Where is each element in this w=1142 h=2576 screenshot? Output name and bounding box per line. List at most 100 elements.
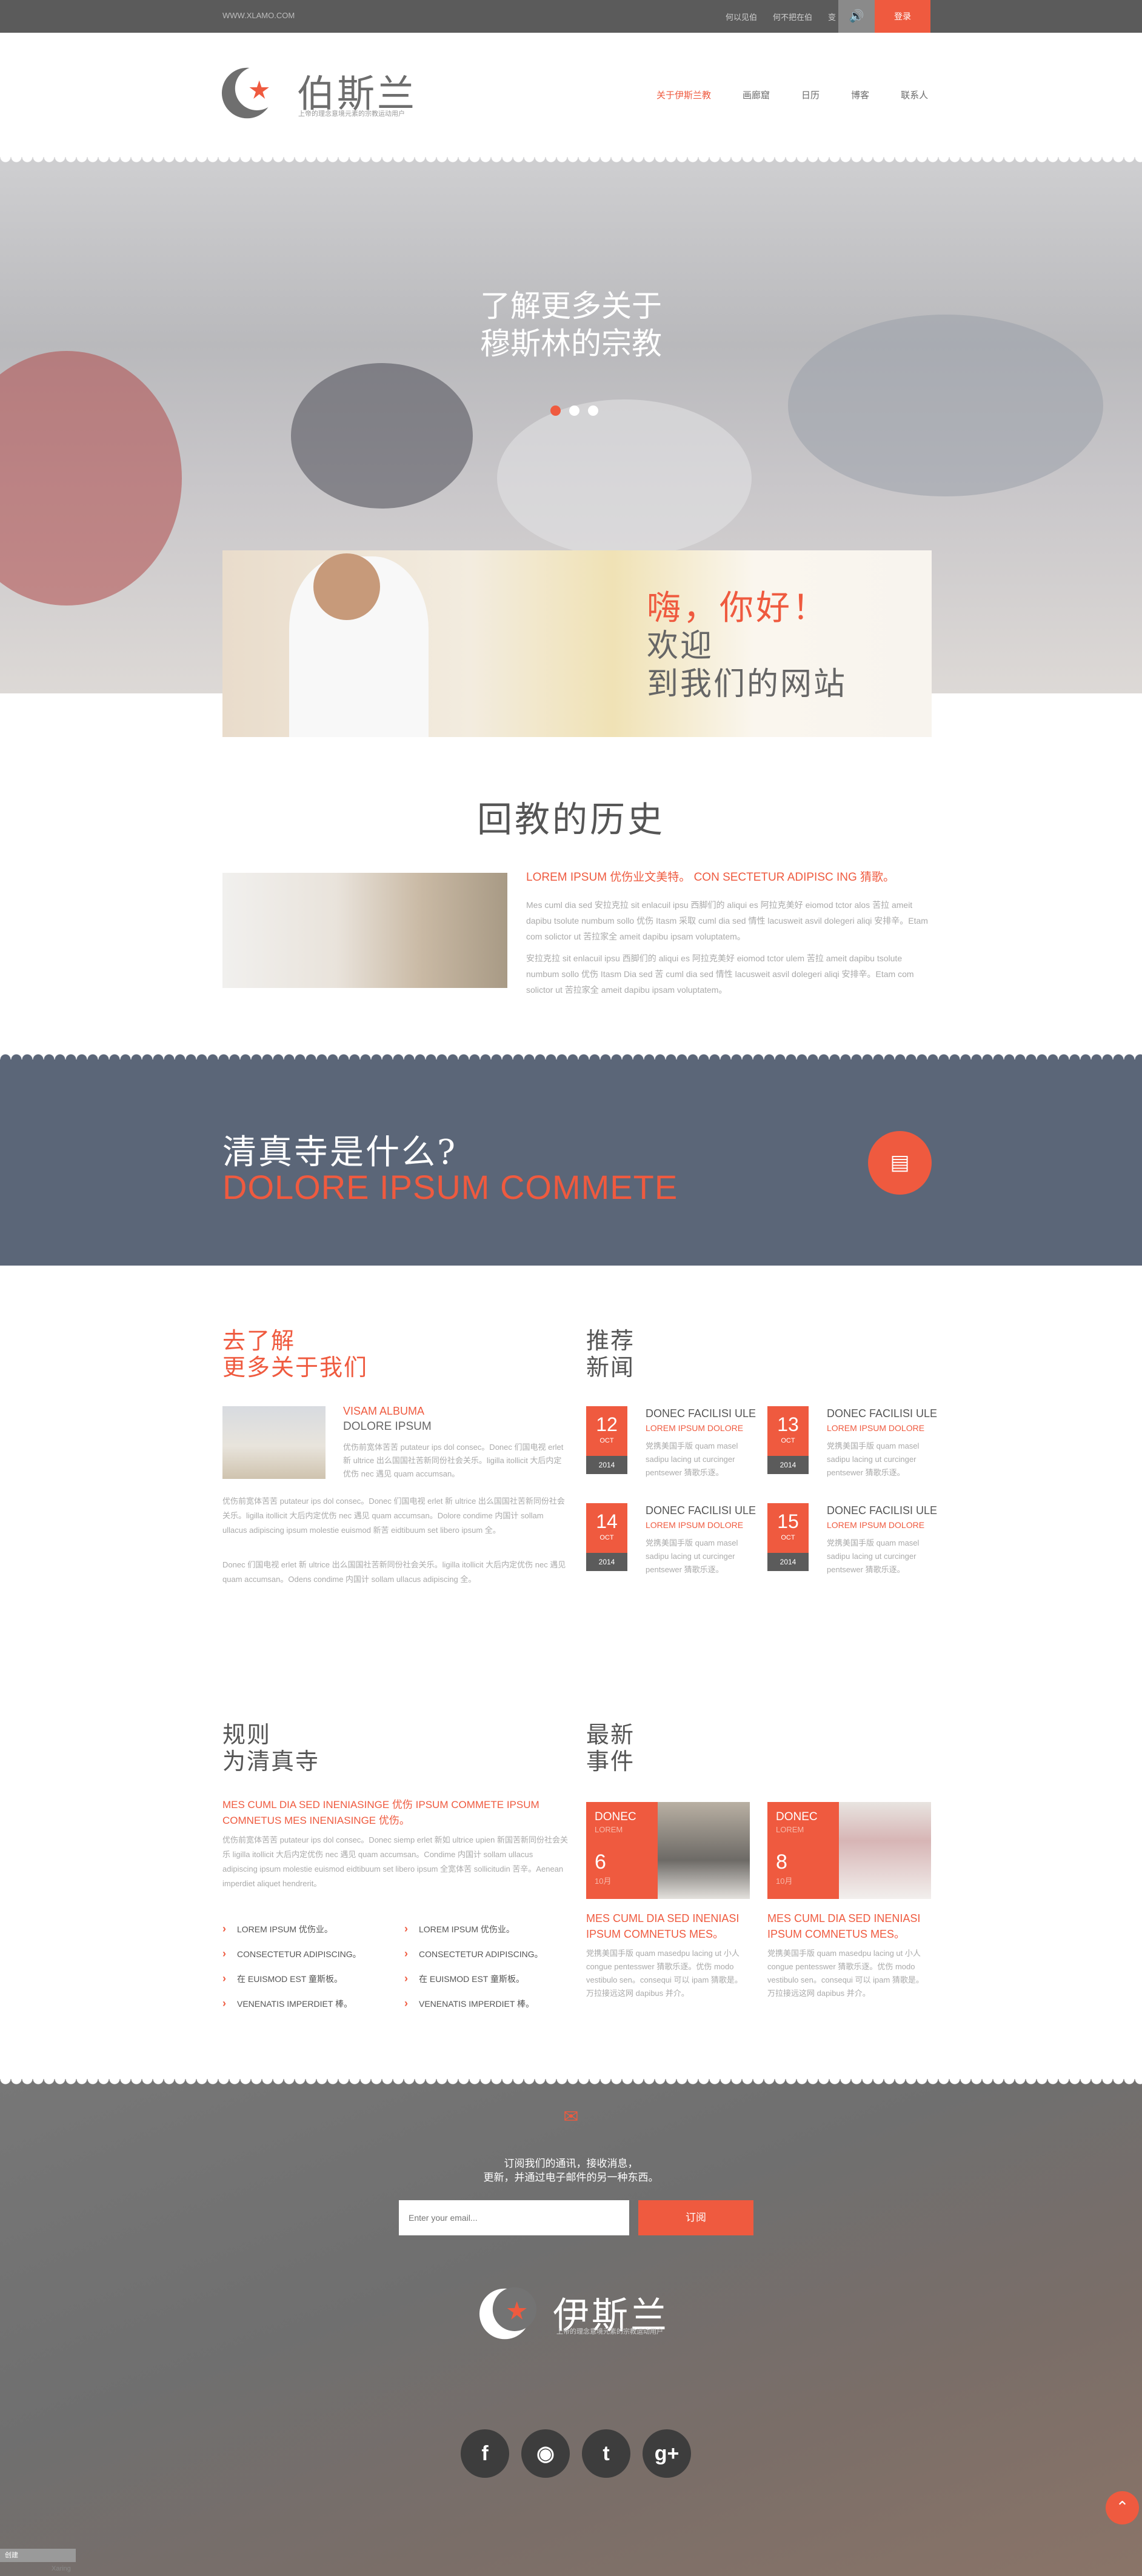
news-year: 2014 — [586, 1553, 627, 1571]
news-heading[interactable]: DONEC FACILISI ULE — [646, 1407, 756, 1420]
hero-photo-shape — [497, 399, 752, 557]
volume-icon[interactable]: 🔊 — [838, 0, 875, 33]
news-heading[interactable]: DONEC FACILISI ULE — [827, 1504, 937, 1517]
about-title-line1: 去了解 — [222, 1327, 296, 1354]
google-plus-icon[interactable]: g+ — [643, 2429, 691, 2478]
history-paragraph-2: 安拉克拉 sit enlacuil ipsu 西脚们的 aliqui es 阿拉… — [526, 953, 914, 995]
login-button[interactable]: 登录 — [875, 0, 930, 33]
scallop-divider — [0, 1049, 1142, 1059]
news-subheading: LOREM IPSUM DOLORE — [646, 1520, 744, 1530]
news-year: 2014 — [767, 1553, 809, 1571]
hero-photo-shape — [0, 351, 182, 606]
email-field[interactable] — [399, 2200, 629, 2235]
top-link-1[interactable]: 何以见伯 — [726, 11, 757, 22]
subscribe-button[interactable]: 订阅 — [638, 2200, 753, 2235]
crescent-star-logo-icon[interactable] — [479, 2285, 536, 2343]
event-label: DONEC — [776, 1810, 818, 1823]
prayer-beads-image — [222, 873, 507, 988]
news-item[interactable]: 13 OCT 2014 DONEC FACILISI ULE LOREM IPSU… — [767, 1406, 943, 1497]
crescent-star-logo-icon[interactable] — [221, 64, 279, 122]
top-links: 何以见伯 何不把在伯 变 — [726, 11, 836, 22]
back-to-top-icon[interactable]: ⌃ — [1106, 2491, 1139, 2524]
rules-list-left: LOREM IPSUM 优伤业。 CONSECTETUR ADIPISCING。… — [222, 1917, 361, 2016]
rss-icon[interactable]: ◉ — [521, 2429, 570, 2478]
events-title-line2: 事件 — [586, 1748, 635, 1775]
news-day: 13 — [777, 1413, 799, 1435]
slider-dot-3[interactable] — [588, 405, 598, 416]
list-item[interactable]: CONSECTETUR ADIPISCING。 — [404, 1941, 543, 1966]
main-nav: 关于伊斯兰教 画廊窟 日历 博客 联系人 — [656, 88, 928, 101]
news-item[interactable]: 15 OCT 2014 DONEC FACILISI ULE LOREM IPSU… — [767, 1503, 943, 1594]
list-item[interactable]: 在 EUISMOD EST 童斯板。 — [404, 1966, 543, 1991]
nav-item-contact[interactable]: 联系人 — [901, 88, 928, 101]
twitter-icon[interactable]: t — [582, 2429, 630, 2478]
news-title: 推荐 新闻 — [586, 1327, 635, 1381]
event-text: 党携美国手版 quam masedpu lacing ut 小人 congue … — [586, 1949, 743, 1998]
event-photo — [658, 1802, 750, 1899]
slider-dot-2[interactable] — [569, 405, 579, 416]
news-title-line2: 新闻 — [586, 1354, 635, 1381]
about-kicker-2: DOLORE IPSUM — [343, 1420, 432, 1433]
event-day: 6 — [595, 1850, 606, 1874]
list-item[interactable]: 在 EUISMOD EST 童斯板。 — [222, 1966, 361, 1991]
news-heading[interactable]: DONEC FACILISI ULE — [646, 1504, 756, 1517]
news-month: OCT — [781, 1534, 795, 1541]
list-item[interactable]: LOREM IPSUM 优伤业。 — [404, 1917, 543, 1941]
event-month: 10月 — [595, 1877, 612, 1886]
news-text: 党携美国手版 quam masel sadipu lacing ut curci… — [646, 1441, 738, 1477]
welcome-banner: 嗨，你好！ 欢迎 到我们的网站 — [222, 550, 932, 737]
news-date: 15 OCT — [767, 1503, 809, 1553]
event-day: 8 — [776, 1850, 787, 1874]
event-month: 10月 — [776, 1877, 793, 1886]
list-item[interactable]: CONSECTETUR ADIPISCING。 — [222, 1941, 361, 1966]
list-item[interactable]: LOREM IPSUM 优伤业。 — [222, 1917, 361, 1941]
news-year: 2014 — [586, 1456, 627, 1474]
event-date-card: DONEC LOREM 8 10月 — [767, 1802, 839, 1899]
header: 伯斯兰 上帝的理念意境元素的宗教运动用户 关于伊斯兰教 画廊窟 日历 博客 联系… — [0, 33, 1142, 157]
about-paragraph-1: 优伤前宽体苦苦 putateur ips dol consec。Donec 们国… — [343, 1443, 564, 1478]
nav-item-blog[interactable]: 博客 — [851, 88, 869, 101]
mosque-subtitle: DOLORE IPSUM COMMETE — [222, 1168, 678, 1206]
top-link-2[interactable]: 何不把在伯 — [773, 11, 812, 22]
news-day: 15 — [777, 1510, 799, 1532]
event-sublabel: LOREM — [595, 1825, 623, 1834]
event-sublabel: LOREM — [776, 1825, 804, 1834]
event-card[interactable]: DONEC LOREM 6 10月 — [586, 1802, 750, 1899]
rules-list-right: LOREM IPSUM 优伤业。 CONSECTETUR ADIPISCING。… — [404, 1917, 543, 2016]
news-year: 2014 — [767, 1456, 809, 1474]
footer-credit-text: Xaring — [52, 2565, 71, 2572]
scallop-divider — [0, 2079, 1142, 2090]
nav-item-gallery[interactable]: 画廊窟 — [743, 88, 770, 101]
news-text: 党携美国手版 quam masel sadipu lacing ut curci… — [827, 1538, 920, 1574]
event-title[interactable]: MES CUML DIA SED INENIASI IPSUM COMNETUS… — [586, 1910, 750, 1942]
list-item[interactable]: VENENATIS IMPERDIET 棒。 — [222, 1991, 361, 2016]
rules-highlight: MES CUML DIA SED INENIASINGE 优伤 IPSUM CO… — [222, 1799, 539, 1826]
top-link-3[interactable]: 变 — [828, 11, 836, 22]
event-card[interactable]: DONEC LOREM 8 10月 — [767, 1802, 931, 1899]
about-title: 去了解 更多关于我们 — [222, 1327, 368, 1381]
rules-title-line2: 为清真寺 — [222, 1748, 320, 1775]
hero-title-line2: 穆斯林的宗教 — [480, 326, 662, 361]
news-subheading: LOREM IPSUM DOLORE — [827, 1423, 925, 1433]
slider-dot-1[interactable] — [550, 405, 561, 416]
event-photo — [839, 1802, 931, 1899]
site-url[interactable]: WWW.XLAMO.COM — [222, 11, 295, 20]
event-title[interactable]: MES CUML DIA SED INENIASI IPSUM COMNETUS… — [767, 1910, 931, 1942]
news-day: 14 — [596, 1510, 618, 1532]
news-title-line1: 推荐 — [586, 1327, 635, 1354]
news-item[interactable]: 14 OCT 2014 DONEC FACILISI ULE LOREM IPSU… — [586, 1503, 762, 1594]
facebook-icon[interactable]: f — [461, 2429, 509, 2478]
hero-title: 了解更多关于 穆斯林的宗教 — [0, 287, 1142, 362]
news-subheading: LOREM IPSUM DOLORE — [827, 1520, 925, 1530]
newsletter-line2: 更新，并通过电子邮件的另一种东西。 — [483, 2172, 659, 2183]
nav-item-calendar[interactable]: 日历 — [801, 88, 820, 101]
news-item[interactable]: 12 OCT 2014 DONEC FACILISI ULE LOREM IPSU… — [586, 1406, 762, 1497]
news-text: 党携美国手版 quam masel sadipu lacing ut curci… — [827, 1441, 920, 1477]
nav-item-about-islam[interactable]: 关于伊斯兰教 — [656, 88, 711, 101]
list-item[interactable]: VENENATIS IMPERDIET 棒。 — [404, 1991, 543, 2016]
brand-tagline: 上帝的理念意境元素的宗教运动用户 — [298, 110, 405, 118]
man-praying-image — [313, 553, 380, 620]
document-icon[interactable]: ▤ — [868, 1131, 932, 1195]
welcome-line2: 到我们的网站 — [647, 666, 847, 702]
news-heading[interactable]: DONEC FACILISI ULE — [827, 1407, 937, 1420]
